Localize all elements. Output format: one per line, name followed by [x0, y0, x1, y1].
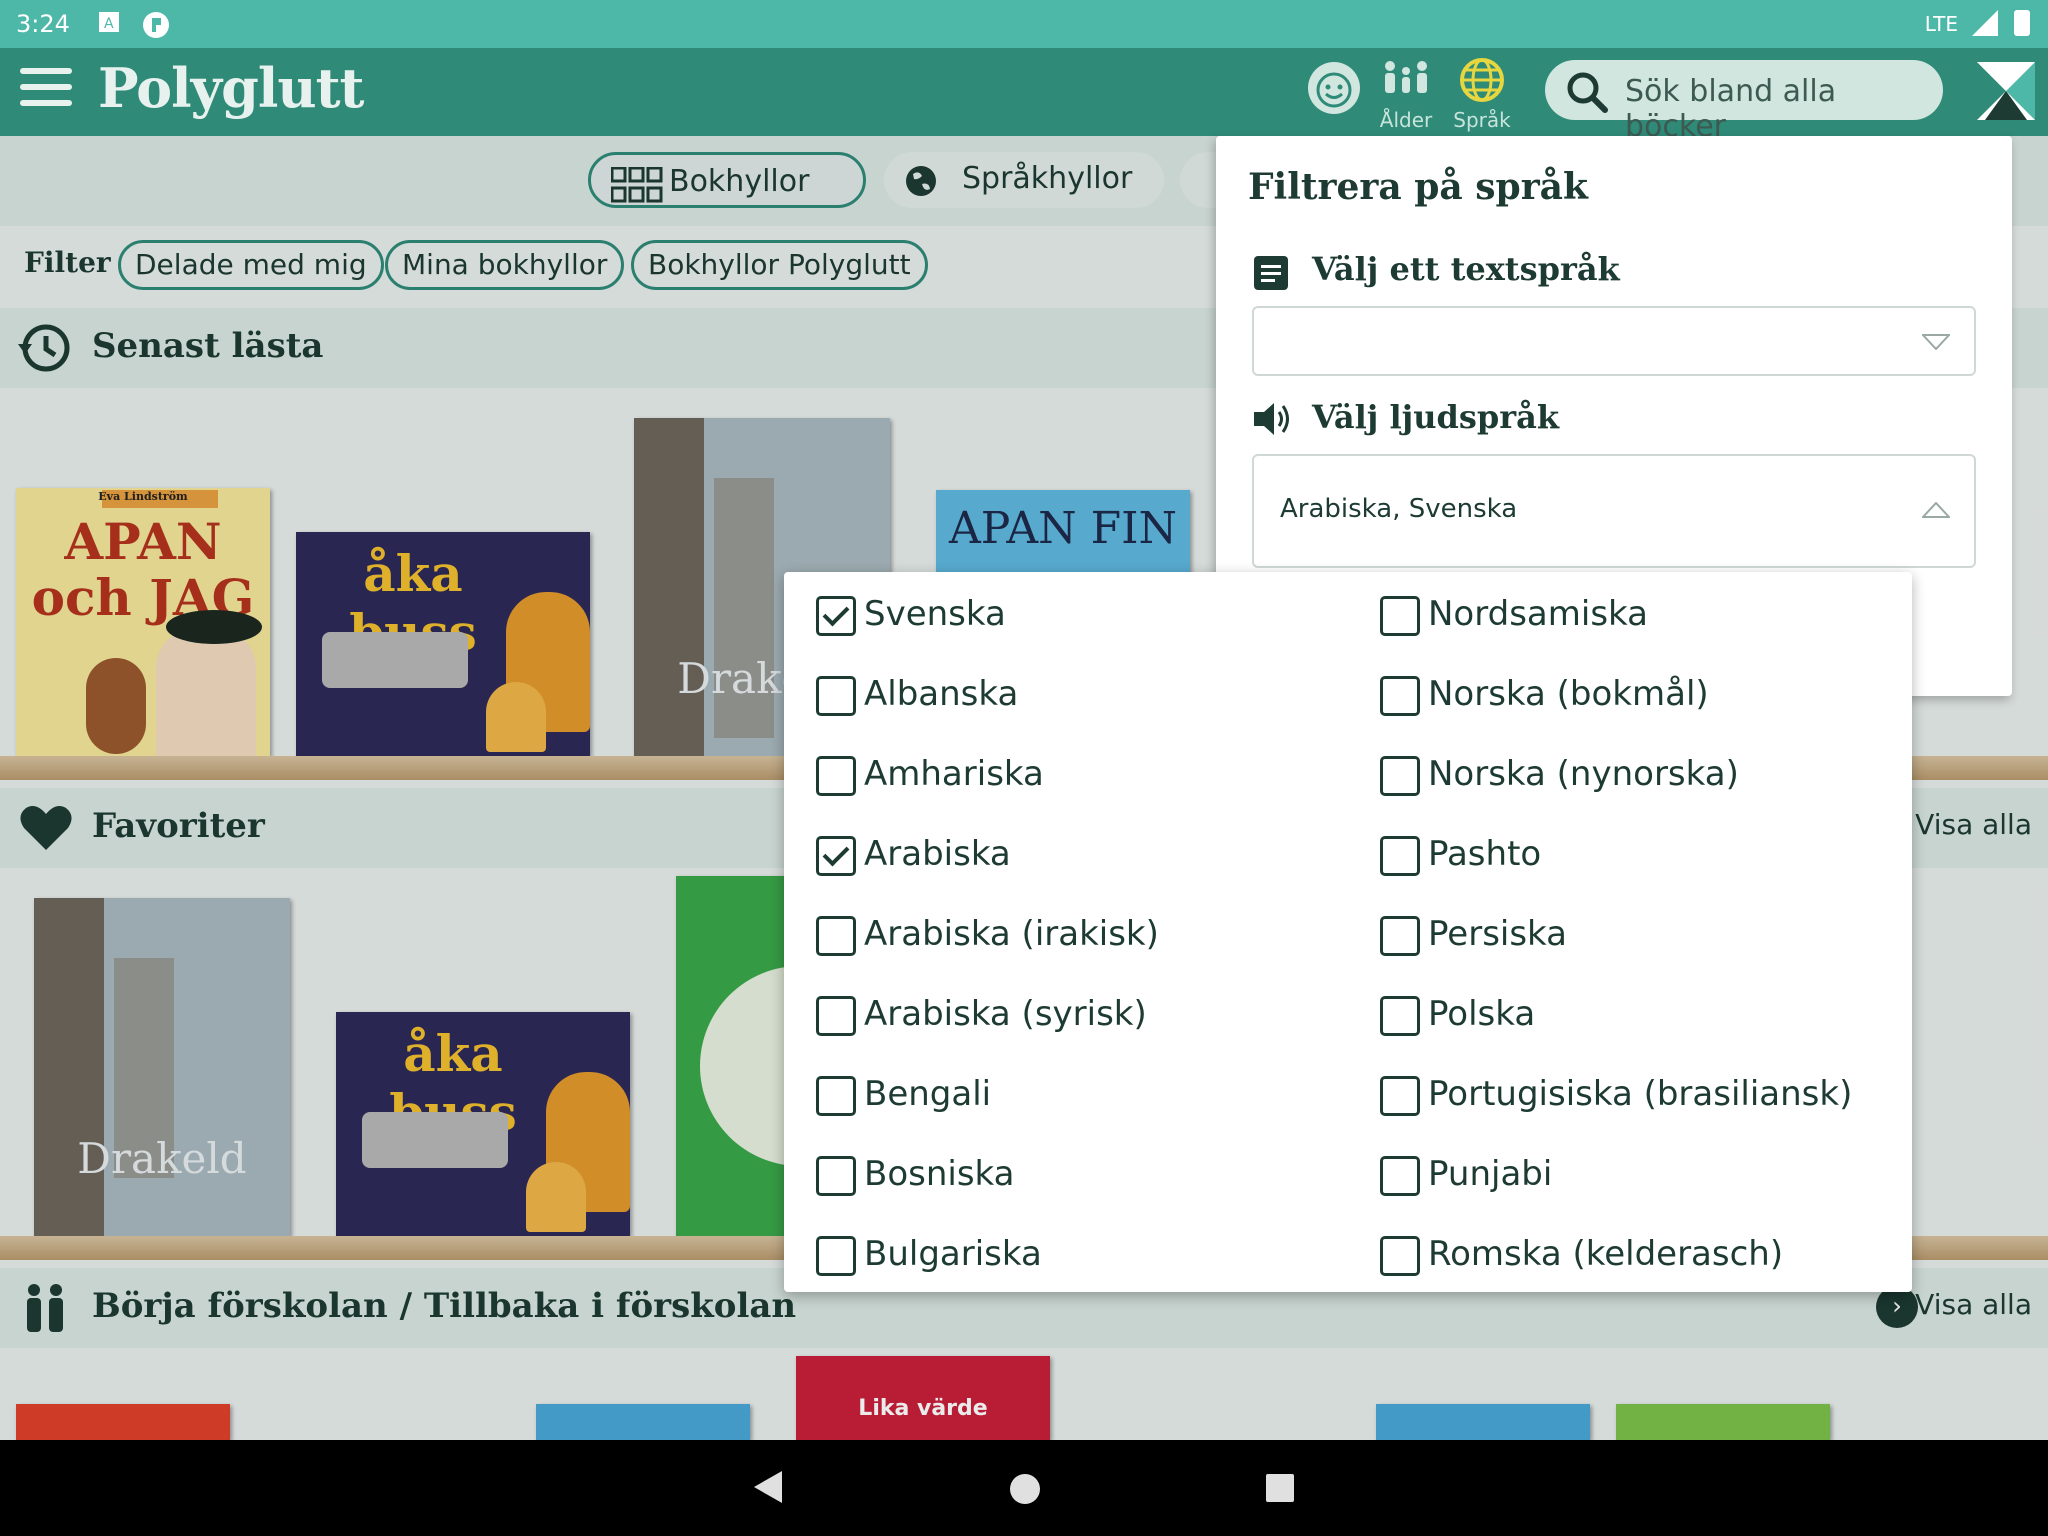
language-option[interactable]: Arabiska (syrisk) [816, 984, 1336, 1044]
language-option-label: Bosniska [864, 1154, 1015, 1194]
notification-a-icon: A [98, 11, 122, 35]
status-bar: 3:24 A LTE [0, 0, 2048, 48]
language-option[interactable]: Punjabi [1380, 1144, 1900, 1204]
checkbox-unchecked[interactable] [816, 996, 856, 1036]
checkbox-checked[interactable] [816, 836, 856, 876]
audio-language-options: Svenska Albanska Amhariska Arabiska Arabiska… [784, 572, 1912, 1292]
language-option[interactable]: Pashto [1380, 824, 1900, 884]
language-option[interactable]: Arabiska [816, 824, 1336, 884]
language-option-label: Bengali [864, 1074, 992, 1114]
language-option-label: Polska [1428, 994, 1536, 1034]
age-filter-button[interactable]: Ålder [1374, 58, 1438, 132]
network-type: LTE [1924, 12, 1958, 36]
checkbox-unchecked[interactable] [1380, 676, 1420, 716]
speaker-icon [1254, 403, 1289, 435]
checkbox-unchecked[interactable] [1380, 596, 1420, 636]
language-option-label: Arabiska (syrisk) [864, 994, 1147, 1034]
app-bar: Polyglutt Ålder Språk Sök bland alla böc… [0, 48, 2048, 144]
checkbox-checked[interactable] [816, 596, 856, 636]
language-option-label: Punjabi [1428, 1154, 1553, 1194]
family-icon [1385, 61, 1427, 93]
checkbox-unchecked[interactable] [1380, 996, 1420, 1036]
text-language-dropdown[interactable] [1252, 306, 1976, 376]
language-option[interactable]: Persiska [1380, 904, 1900, 964]
checkbox-unchecked[interactable] [816, 676, 856, 716]
age-label: Ålder [1379, 108, 1433, 132]
checkbox-unchecked[interactable] [816, 756, 856, 796]
language-option-label: Arabiska [864, 834, 1011, 874]
language-label: Språk [1453, 108, 1511, 132]
back-icon[interactable] [752, 1470, 784, 1504]
notification-p-icon [142, 11, 169, 38]
language-filter-title: Filtrera på språk [1248, 166, 1588, 208]
checkbox-unchecked[interactable] [816, 1156, 856, 1196]
language-option-label: Nordsamiska [1428, 594, 1648, 634]
profile-face-icon[interactable] [1306, 60, 1362, 116]
language-option-label: Norska (bokmål) [1428, 674, 1709, 714]
document-icon [1254, 256, 1288, 290]
language-option-label: Albanska [864, 674, 1019, 714]
checkbox-unchecked[interactable] [1380, 916, 1420, 956]
globe-icon [1460, 58, 1504, 102]
checkbox-unchecked[interactable] [816, 1236, 856, 1276]
language-option-label: Persiska [1428, 914, 1567, 954]
checkbox-unchecked[interactable] [1380, 1076, 1420, 1116]
audio-language-value: Arabiska, Svenska [1280, 494, 1518, 524]
language-option[interactable]: Romska (kelderasch) [1380, 1224, 1900, 1284]
checkbox-unchecked[interactable] [1380, 1156, 1420, 1196]
language-option[interactable]: Norska (bokmål) [1380, 664, 1900, 724]
system-nav-bar [0, 1440, 2048, 1536]
menu-icon[interactable] [20, 68, 72, 114]
svg-text:A: A [104, 16, 114, 32]
audio-language-label: Välj ljudspråk [1312, 398, 1560, 436]
language-option-label: Bulgariska [864, 1234, 1042, 1274]
language-option[interactable]: Bulgariska [816, 1224, 1336, 1284]
language-option[interactable]: Arabiska (irakisk) [816, 904, 1336, 964]
home-icon[interactable] [1010, 1474, 1040, 1504]
battery-icon [2014, 10, 2030, 36]
search-bar[interactable]: Sök bland alla böcker [1545, 60, 1943, 144]
language-option[interactable]: Nordsamiska [1380, 584, 1900, 644]
language-filter-button[interactable]: Språk [1450, 58, 1514, 132]
language-option[interactable]: Amhariska [816, 744, 1336, 804]
app-logo: Polyglutt [98, 56, 364, 120]
text-language-label: Välj ett textspråk [1312, 250, 1620, 288]
language-option-label: Arabiska (irakisk) [864, 914, 1159, 954]
language-option[interactable]: Svenska [816, 584, 1336, 644]
recents-icon[interactable] [1266, 1474, 1294, 1502]
language-option-label: Pashto [1428, 834, 1542, 874]
checkbox-unchecked[interactable] [816, 1076, 856, 1116]
language-option-label: Norska (nynorska) [1428, 754, 1739, 794]
language-option[interactable]: Bosniska [816, 1144, 1336, 1204]
audio-language-dropdown[interactable]: Arabiska, Svenska [1252, 454, 1976, 568]
language-option-label: Svenska [864, 594, 1006, 634]
chevron-up-icon [1922, 502, 1950, 518]
status-time: 3:24 [16, 10, 70, 38]
search-icon [1567, 72, 1608, 113]
language-option-label: Romska (kelderasch) [1428, 1234, 1784, 1274]
checkbox-unchecked[interactable] [816, 916, 856, 956]
signal-icon [1972, 10, 1998, 42]
search-placeholder: Sök bland alla böcker [1625, 74, 1837, 144]
language-option[interactable]: Albanska [816, 664, 1336, 724]
language-option[interactable]: Portugisiska (brasiliansk) [1380, 1064, 1900, 1124]
language-option-label: Portugisiska (brasiliansk) [1428, 1074, 1853, 1114]
language-option-label: Amhariska [864, 754, 1044, 794]
checkbox-unchecked[interactable] [1380, 756, 1420, 796]
language-option[interactable]: Norska (nynorska) [1380, 744, 1900, 804]
checkbox-unchecked[interactable] [1380, 836, 1420, 876]
checkbox-unchecked[interactable] [1380, 1236, 1420, 1276]
language-option[interactable]: Bengali [816, 1064, 1336, 1124]
polyglutt-mark-icon[interactable] [1977, 62, 2035, 120]
chevron-down-icon [1922, 334, 1950, 350]
language-option[interactable]: Polska [1380, 984, 1900, 1044]
